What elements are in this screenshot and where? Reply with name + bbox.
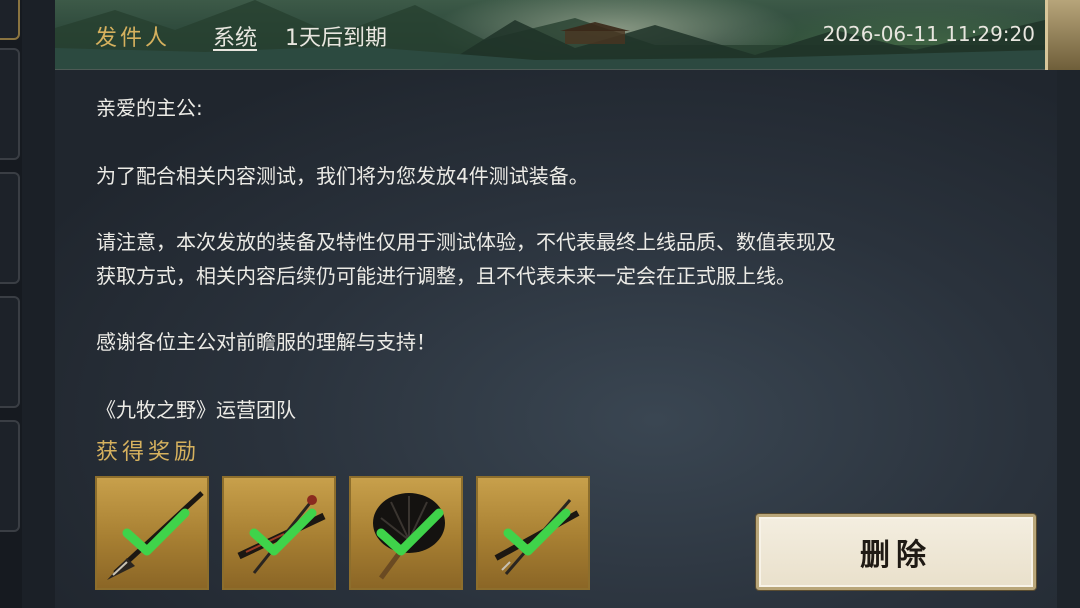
left-tab[interactable] <box>0 48 20 160</box>
delete-button[interactable]: 删除 <box>756 514 1036 590</box>
right-frame-ornament <box>1045 0 1080 70</box>
mail-timestamp: 2026-06-11 11:29:20 <box>822 22 1035 46</box>
reward-item[interactable] <box>95 476 209 590</box>
greeting-text: 亲爱的主公: <box>96 96 203 120</box>
right-edge <box>1057 70 1080 608</box>
claimed-check-icon <box>122 508 190 556</box>
message-paragraph-1: 为了配合相关内容测试，我们将为您发放4件测试装备。 <box>96 164 589 188</box>
reward-item[interactable] <box>222 476 336 590</box>
rewards-title: 获得奖励 <box>96 440 201 465</box>
mail-header: 发件人 系统 1天后到期 2026-06-11 11:29:20 <box>55 0 1045 70</box>
left-tab[interactable] <box>0 296 20 408</box>
claimed-check-icon <box>503 508 571 556</box>
delete-button-label: 删除 <box>860 538 932 573</box>
left-tab[interactable] <box>0 172 20 284</box>
message-paragraph-2-line-1: 请注意，本次发放的装备及特性仅用于测试体验，不代表最终上线品质、数值表现及 <box>96 230 836 254</box>
message-paragraph-2-line-2: 获取方式，相关内容后续仍可能进行调整，且不代表未来一定会在正式服上线。 <box>96 264 796 288</box>
claimed-check-icon <box>249 508 317 556</box>
left-tab-strip <box>0 0 22 608</box>
reward-item[interactable] <box>476 476 590 590</box>
reward-item[interactable] <box>349 476 463 590</box>
signature-text: 《九牧之野》运营团队 <box>96 398 296 422</box>
expiry-text: 1天后到期 <box>285 26 387 51</box>
sender-name-link[interactable]: 系统 <box>213 20 257 52</box>
sender-label: 发件人 <box>95 26 171 51</box>
claimed-check-icon <box>376 508 444 556</box>
message-paragraph-3: 感谢各位主公对前瞻服的理解与支持！ <box>96 330 436 354</box>
left-tab[interactable] <box>0 420 20 532</box>
left-tab[interactable] <box>0 0 20 40</box>
